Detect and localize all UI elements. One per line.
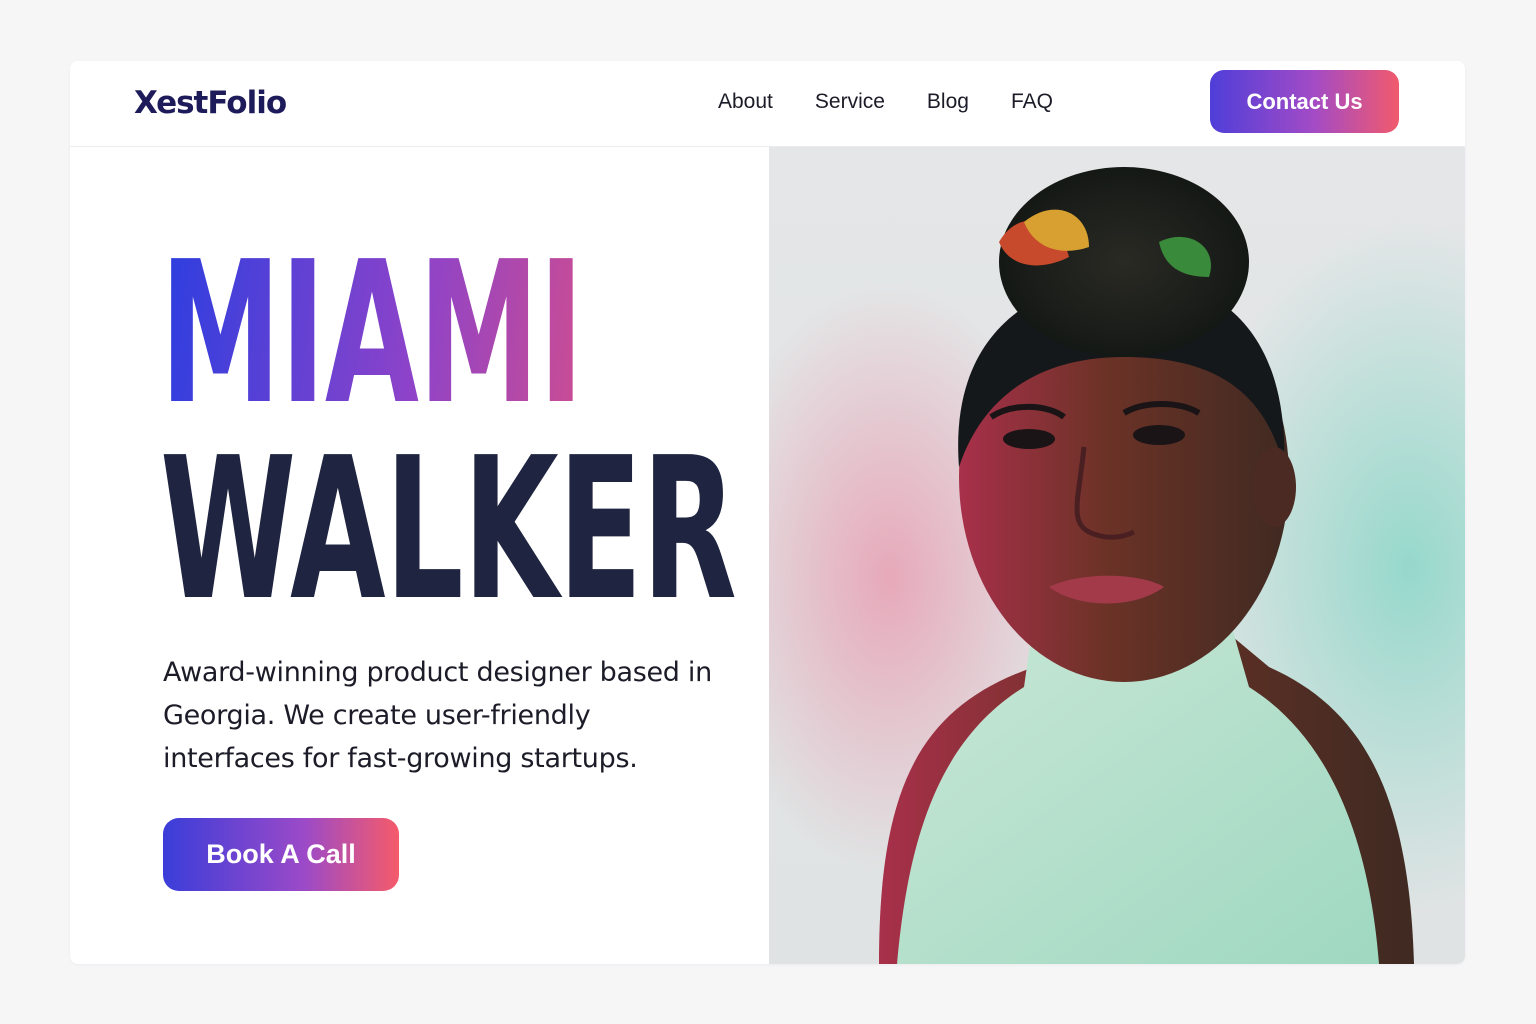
nav-menu: About Service Blog FAQ xyxy=(718,90,1053,114)
page-frame: XestFolio About Service Blog FAQ Contact… xyxy=(70,61,1465,964)
navbar: XestFolio About Service Blog FAQ Contact… xyxy=(70,61,1465,147)
hero-last-name: WALKER xyxy=(160,416,737,644)
hero-first-name: MIAMI xyxy=(160,236,727,432)
portrait-illustration xyxy=(879,167,1414,964)
nav-item-service[interactable]: Service xyxy=(815,90,885,114)
nav-item-faq[interactable]: FAQ xyxy=(1011,90,1053,114)
book-a-call-button[interactable]: Book A Call xyxy=(163,818,399,891)
contact-us-button[interactable]: Contact Us xyxy=(1210,70,1399,133)
hero-bio: Award-winning product designer based in … xyxy=(163,657,712,774)
nav-item-blog[interactable]: Blog xyxy=(927,90,969,114)
portrait-photo xyxy=(769,147,1465,964)
brand-logo[interactable]: XestFolio xyxy=(134,85,287,121)
nav-item-about[interactable]: About xyxy=(718,90,773,114)
